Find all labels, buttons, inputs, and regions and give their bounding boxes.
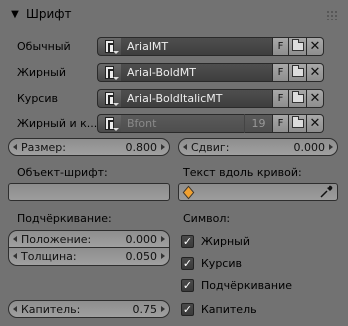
- checkbox-underline-label: Подчёркивание: [201, 278, 292, 292]
- shear-value: 0.000: [293, 140, 326, 154]
- underline-label: Подчёркивание:: [17, 212, 112, 225]
- checkbox-small-caps[interactable]: ✓ Капитель: [181, 300, 257, 318]
- close-icon: ✕: [309, 116, 321, 131]
- small-caps-value: 0.75: [132, 302, 158, 316]
- folder-icon: [291, 116, 304, 128]
- decrement-arrow-icon[interactable]: [183, 144, 187, 150]
- decrement-arrow-icon[interactable]: [13, 144, 17, 150]
- object-font-label: Объект-шрифт:: [17, 166, 108, 179]
- object-cube-icon: [179, 183, 197, 201]
- font-italic-selector[interactable]: Arial-BoldItalicMT F ✕: [97, 89, 324, 108]
- font-bold-italic-selector[interactable]: Bfont 19 F ✕: [97, 114, 324, 133]
- unlink-button[interactable]: ✕: [307, 63, 324, 82]
- panel-title: Шрифт: [26, 7, 72, 21]
- underline-position-label: Положение:: [21, 232, 92, 246]
- underline-thickness-value: 0.050: [125, 250, 158, 263]
- checkbox-check-icon[interactable]: ✓: [181, 278, 194, 292]
- close-icon: ✕: [309, 91, 321, 106]
- collapse-triangle-icon[interactable]: ▼: [8, 9, 22, 20]
- unlink-button[interactable]: ✕: [307, 37, 324, 56]
- font-name-field[interactable]: Arial-BoldItalicMT: [121, 89, 272, 108]
- font-regular-label: Обычный: [17, 40, 71, 53]
- folder-icon: [291, 91, 304, 103]
- open-folder-button[interactable]: [289, 63, 307, 82]
- underline-thickness-field[interactable]: Толщина: 0.050: [8, 248, 170, 266]
- checkbox-check-icon[interactable]: ✓: [181, 256, 194, 270]
- checkbox-bold[interactable]: ✓ Жирный: [181, 232, 250, 250]
- checkbox-bold-label: Жирный: [201, 234, 251, 248]
- open-folder-button[interactable]: [289, 37, 307, 56]
- decrement-arrow-icon[interactable]: [13, 306, 17, 312]
- open-folder-button[interactable]: [289, 114, 307, 133]
- font-bold-label: Жирный: [17, 66, 67, 79]
- increment-arrow-icon[interactable]: [329, 144, 333, 150]
- size-field[interactable]: Размер: 0.800: [8, 138, 170, 156]
- increment-arrow-icon[interactable]: [161, 236, 165, 242]
- shear-field[interactable]: Сдвиг: 0.000: [178, 138, 338, 156]
- user-count: 19: [244, 114, 272, 133]
- symbol-label: Символ:: [183, 212, 231, 225]
- font-regular-selector[interactable]: ArialMT F ✕: [97, 37, 324, 56]
- checkbox-check-icon[interactable]: ✓: [181, 302, 194, 316]
- close-icon: ✕: [309, 39, 321, 54]
- fake-user-button[interactable]: F: [272, 37, 289, 56]
- unlink-button[interactable]: ✕: [307, 114, 324, 133]
- font-browse-button[interactable]: [97, 89, 121, 108]
- small-caps-label: Капитель:: [21, 302, 81, 316]
- object-font-field[interactable]: [8, 183, 170, 201]
- fake-user-button[interactable]: F: [272, 89, 289, 108]
- checkbox-italic-label: Курсив: [201, 256, 242, 270]
- size-label: Размер:: [21, 140, 66, 154]
- font-name-field[interactable]: Bfont 19: [121, 114, 272, 133]
- small-caps-field[interactable]: Капитель: 0.75: [8, 300, 170, 318]
- font-name-field[interactable]: ArialMT: [121, 37, 272, 56]
- underline-position-value: 0.000: [125, 232, 158, 246]
- underline-position-field[interactable]: Положение: 0.000: [8, 230, 170, 248]
- font-italic-label: Курсив: [17, 92, 58, 105]
- font-browse-button[interactable]: [97, 114, 121, 133]
- font-browse-button[interactable]: [97, 63, 121, 82]
- checkbox-italic[interactable]: ✓ Курсив: [181, 254, 242, 272]
- checkbox-underline[interactable]: ✓ Подчёркивание: [181, 276, 292, 294]
- unlink-button[interactable]: ✕: [307, 89, 324, 108]
- underline-thickness-label: Толщина:: [21, 250, 77, 263]
- folder-icon: [291, 39, 304, 51]
- font-name-text: Bfont: [127, 117, 157, 130]
- fake-user-button[interactable]: F: [272, 63, 289, 82]
- text-on-curve-label: Текст вдоль кривой:: [183, 166, 302, 179]
- eyedropper-icon[interactable]: [319, 185, 333, 199]
- size-value: 0.800: [125, 140, 158, 154]
- increment-arrow-icon[interactable]: [161, 253, 165, 259]
- font-bold-italic-label: Жирный и к...: [17, 117, 98, 130]
- increment-arrow-icon[interactable]: [161, 306, 165, 312]
- text-on-curve-field[interactable]: [178, 183, 338, 201]
- decrement-arrow-icon[interactable]: [13, 236, 17, 242]
- increment-arrow-icon[interactable]: [161, 144, 165, 150]
- font-name-field[interactable]: Arial-BoldMT: [121, 63, 272, 82]
- open-folder-button[interactable]: [289, 89, 307, 108]
- decrement-arrow-icon[interactable]: [13, 253, 17, 259]
- checkbox-small-caps-label: Капитель: [201, 302, 257, 316]
- fake-user-button[interactable]: F: [272, 114, 289, 133]
- close-icon: ✕: [309, 65, 321, 80]
- font-bold-selector[interactable]: Arial-BoldMT F ✕: [97, 63, 324, 82]
- drag-grip-icon[interactable]: [326, 10, 338, 20]
- shear-label: Сдвиг:: [191, 140, 230, 154]
- panel-header-font[interactable]: ▼ Шрифт: [2, 2, 346, 26]
- folder-icon: [291, 65, 304, 77]
- checkbox-check-icon[interactable]: ✓: [181, 234, 194, 248]
- font-browse-button[interactable]: [97, 37, 121, 56]
